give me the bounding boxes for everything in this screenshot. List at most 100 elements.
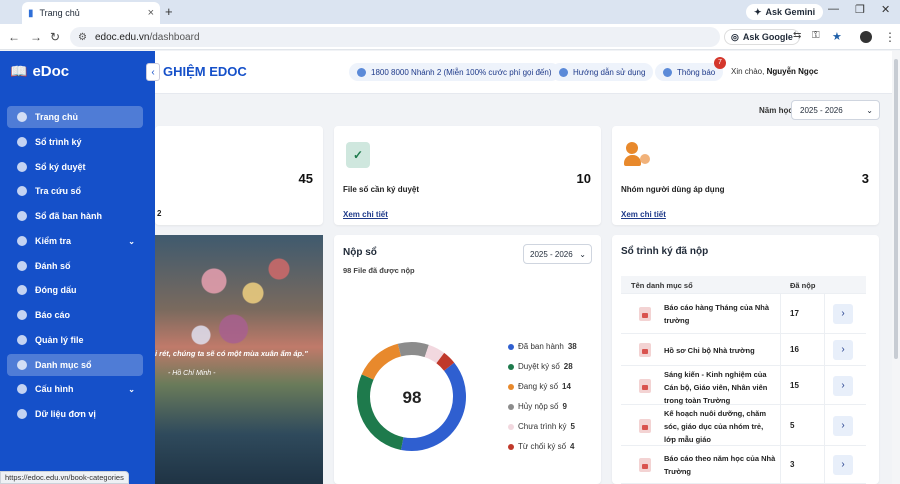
donut-slice[interactable] — [397, 342, 429, 358]
bell-icon — [663, 67, 672, 77]
sidebar-item[interactable]: Quản lý file — [7, 329, 143, 351]
table-row: Sáng kiến - Kinh nghiệm của Cán bộ, Giáo… — [621, 366, 866, 405]
row-name: Báo cáo theo năm học của Nhà Trường — [664, 454, 776, 476]
donut-slice[interactable] — [361, 343, 402, 380]
row-count: 5 — [790, 420, 795, 430]
sidebar-item-label: Danh mục sổ — [35, 360, 92, 370]
brand-logo[interactable]: 📖 eDoc — [10, 63, 69, 80]
open-row-button[interactable]: › — [833, 455, 853, 475]
reload-icon[interactable]: ↻ — [50, 30, 60, 44]
bookmark-star-icon[interactable]: ★ — [832, 30, 842, 43]
quote-text: i rét, chúng ta sẽ có một mùa xuân ấm áp… — [155, 349, 308, 358]
close-window-icon[interactable]: ✕ — [881, 3, 890, 16]
card-title: Sổ trình ký đã nộp — [621, 246, 709, 257]
sidebar-item[interactable]: Đánh số — [7, 255, 143, 277]
stat-card-3: 3 Nhóm người dùng áp dụng Xem chi tiết — [612, 126, 879, 225]
phone-icon — [357, 67, 366, 77]
legend-swatch — [508, 443, 514, 450]
tab-title: Trang chủ — [39, 8, 80, 18]
open-row-button[interactable]: › — [833, 375, 853, 396]
notification-count-badge: 7 — [714, 57, 726, 69]
profile-avatar[interactable] — [860, 31, 872, 43]
sidebar-item-label: Tra cứu sổ — [35, 186, 82, 196]
donut-slice[interactable] — [424, 344, 445, 364]
nav-icon — [17, 360, 27, 370]
sidebar: 📖 eDoc Trang chủ Sổ trình ký Sổ ký duyệt Tr… — [0, 51, 155, 484]
donut-slice[interactable] — [436, 352, 455, 371]
user-group-icon — [624, 142, 650, 168]
hotline-pill[interactable]: 1800 8000 Nhánh 2 (Miễn 100% cước phí gọ… — [349, 63, 560, 81]
view-detail-link[interactable]: Xem chi tiết — [343, 210, 388, 219]
chevron-down-icon: ⌄ — [866, 105, 873, 115]
book-icon: ▮ — [28, 7, 34, 19]
signed-books-table: Tên danh mục sổ Đã nộp Báo cáo hàng Thán… — [621, 276, 866, 484]
column-header-name: Tên danh mục sổ — [631, 281, 693, 290]
stat-label: File số cần ký duyệt — [343, 185, 420, 194]
plus-icon: ✦ — [754, 6, 762, 17]
legend-item: Hủy nộp số 9 — [508, 402, 567, 411]
guide-pill[interactable]: Hướng dẫn sử dụng — [551, 63, 654, 81]
table-row: Báo cáo theo năm học của Nhà Trường 3 › — [621, 446, 866, 484]
table-row: Kế hoạch nuôi dưỡng, chăm sóc, giáo dục … — [621, 405, 866, 446]
sidebar-item[interactable]: Tra cứu sổ — [7, 180, 143, 202]
sidebar-item[interactable]: Trang chủ — [7, 106, 143, 128]
donut-slice[interactable] — [357, 374, 404, 450]
sidebar-item[interactable]: Đóng dấu — [7, 279, 143, 301]
sidebar-item-label: Dữ liệu đơn vị — [35, 409, 96, 419]
browser-tab[interactable]: ▮ Trang chủ × — [22, 2, 160, 24]
collapse-sidebar-icon[interactable]: ‹ — [146, 63, 160, 81]
row-name: Sáng kiến - Kinh nghiệm của Cán bộ, Giáo… — [664, 370, 768, 405]
stat-count: 3 — [861, 171, 869, 186]
table-row: Hồ sơ Chi bộ Nhà trường 16 › — [621, 334, 866, 366]
ask-google-button[interactable]: ◎ Ask Google — [724, 29, 800, 45]
nav-icon — [17, 409, 27, 419]
legend-value: 28 — [563, 362, 573, 371]
maximize-icon[interactable]: ❐ — [855, 3, 865, 16]
ask-gemini-button[interactable]: ✦ Ask Gemini — [746, 4, 824, 20]
pdf-file-icon — [639, 418, 651, 433]
open-row-button[interactable]: › — [833, 415, 853, 436]
nav-icon — [17, 236, 27, 246]
legend-value: 38 — [567, 342, 577, 351]
sidebar-item[interactable]: Sổ trình ký — [7, 131, 143, 153]
legend-item: Chưa trình ký 5 — [508, 422, 575, 431]
minimize-icon[interactable]: — — [828, 3, 839, 15]
translate-icon[interactable]: ⇆ — [793, 30, 801, 41]
legend-item: Đang ký số 14 — [508, 382, 571, 391]
row-count: 3 — [790, 460, 795, 469]
nav-icon — [17, 186, 27, 196]
nav-icon — [17, 162, 27, 172]
key-icon[interactable]: ⚿ — [812, 30, 820, 41]
notification-pill[interactable]: Thông báo — [655, 63, 724, 81]
page-scrollbar[interactable] — [892, 51, 900, 484]
user-greeting[interactable]: Xin chào, Nguyễn Ngọc — [731, 67, 818, 76]
sidebar-item[interactable]: Dữ liệu đơn vị — [7, 403, 143, 425]
sidebar-item[interactable]: Danh mục sổ — [7, 354, 143, 376]
menu-dots-icon[interactable]: ⋮ — [884, 30, 896, 44]
stat-sub: 2 — [157, 209, 162, 218]
sidebar-item-label: Đánh số — [35, 261, 71, 271]
site-info-icon[interactable]: ⚙ — [78, 32, 87, 43]
address-bar[interactable]: ⚙ edoc.edu.vn/dashboard — [70, 27, 720, 47]
sidebar-item[interactable]: Kiểm tra ⌄ — [7, 230, 143, 252]
sidebar-item[interactable]: Báo cáo — [7, 304, 143, 326]
sidebar-item[interactable]: Sổ đã ban hành — [7, 205, 143, 227]
legend-swatch — [508, 343, 514, 350]
back-icon[interactable]: ← — [8, 30, 20, 44]
sidebar-item[interactable]: Cấu hình ⌄ — [7, 378, 143, 400]
nav-icon — [17, 211, 27, 221]
open-row-button[interactable]: › — [833, 340, 853, 360]
nop-so-year-select[interactable]: 2025 - 2026 ⌄ — [523, 244, 592, 264]
close-tab-icon[interactable]: × — [148, 7, 154, 19]
stat-count: 10 — [576, 171, 591, 186]
legend-value: 9 — [562, 402, 567, 411]
sidebar-item-label: Quản lý file — [35, 335, 84, 345]
sidebar-item[interactable]: Sổ ký duyệt — [7, 156, 143, 178]
chevron-down-icon: ⌄ — [128, 384, 135, 394]
forward-icon[interactable]: → — [30, 30, 42, 44]
clipboard-check-icon: ✓ — [346, 142, 370, 168]
open-row-button[interactable]: › — [833, 304, 853, 324]
school-year-select[interactable]: 2025 - 2026 ⌄ — [791, 100, 880, 120]
new-tab-button[interactable]: + — [165, 4, 173, 19]
view-detail-link[interactable]: Xem chi tiết — [621, 210, 666, 219]
